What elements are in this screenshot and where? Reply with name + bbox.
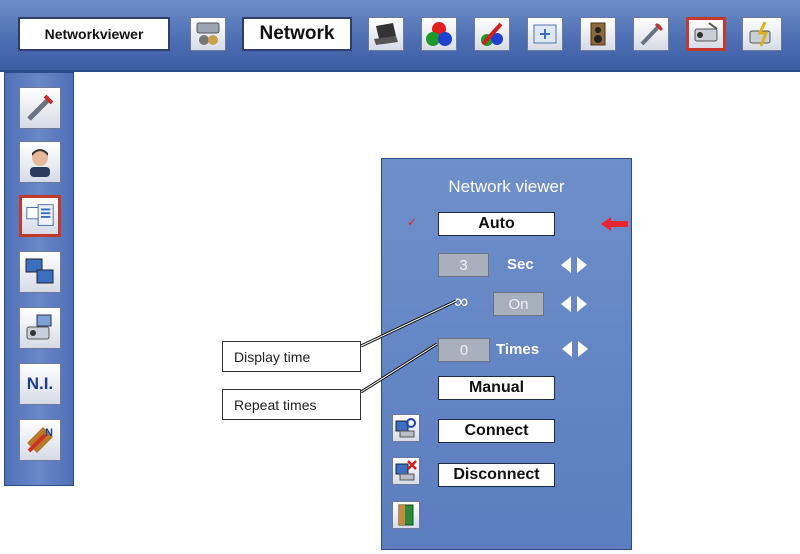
display-time-callout: Display time xyxy=(222,341,361,372)
repeat-times-callout: Repeat times xyxy=(222,389,361,420)
callout-leader-lines xyxy=(360,299,457,394)
